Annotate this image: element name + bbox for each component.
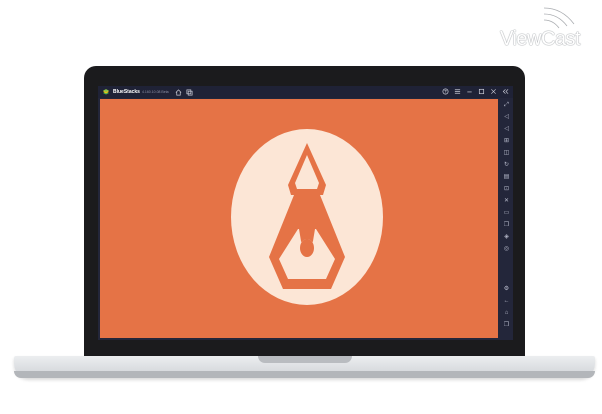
fullscreen-icon[interactable]: ⤢: [503, 102, 510, 109]
folder-icon[interactable]: ▭: [503, 210, 510, 217]
emulator-sidebar: ⤢ ◁ ◁ ⊞ ◫ ↻ ▤ ⊡ ✕ ▭ ❐ ◈ ◎ ⚙ ← ⌂ ❒: [500, 99, 513, 340]
viewcast-watermark: ViewCast: [500, 6, 596, 50]
volume-down-icon[interactable]: ◁: [503, 126, 510, 133]
bluestacks-window: BlueStacks 4.160.10.08 Beta ⤢ ◁ ◁ ⊞ ◫ ↻ …: [98, 86, 513, 340]
keyboard-controls-icon[interactable]: ⊞: [503, 138, 510, 145]
maximize-icon[interactable]: [478, 88, 485, 95]
rotate-icon[interactable]: ↻: [503, 162, 510, 169]
watermark-text: ViewCast: [500, 28, 581, 50]
location-icon[interactable]: ✕: [503, 198, 510, 205]
menu-icon[interactable]: [454, 88, 461, 95]
expand-sidebar-icon[interactable]: [502, 88, 509, 95]
laptop-notch: [258, 356, 352, 363]
shake-icon[interactable]: ▤: [503, 174, 510, 181]
minimize-icon[interactable]: [466, 88, 473, 95]
signal-waves-icon: [543, 6, 576, 29]
fountain-pen-nib-icon: [269, 143, 345, 289]
screenshot-icon[interactable]: ◫: [503, 150, 510, 157]
app-version: 4.160.10.08 Beta: [141, 90, 169, 94]
app-name: BlueStacks: [113, 89, 140, 95]
home-icon[interactable]: [175, 88, 182, 96]
page: ViewCast BlueStacks 4.160.10.08 Beta ⤢ ◁…: [0, 0, 602, 414]
bluestacks-logo-icon: [103, 89, 109, 95]
gamepad-icon[interactable]: ⊡: [503, 186, 510, 193]
recent-apps-icon[interactable]: ❒: [503, 322, 510, 329]
laptop-base-edge: [14, 371, 595, 378]
back-icon[interactable]: ←: [503, 298, 510, 305]
title-bar: BlueStacks 4.160.10.08 Beta: [98, 86, 513, 98]
multi-instance-icon[interactable]: [186, 89, 193, 96]
close-icon[interactable]: [490, 88, 497, 95]
app-screen[interactable]: [100, 99, 498, 338]
volume-up-icon[interactable]: ◁: [503, 114, 510, 121]
android-home-icon[interactable]: ⌂: [503, 310, 510, 317]
copy-icon[interactable]: ❐: [503, 222, 510, 229]
eco-mode-icon[interactable]: ◎: [503, 246, 510, 253]
help-icon[interactable]: [442, 88, 449, 95]
layers-icon[interactable]: ◈: [503, 234, 510, 241]
settings-icon[interactable]: ⚙: [503, 286, 510, 293]
